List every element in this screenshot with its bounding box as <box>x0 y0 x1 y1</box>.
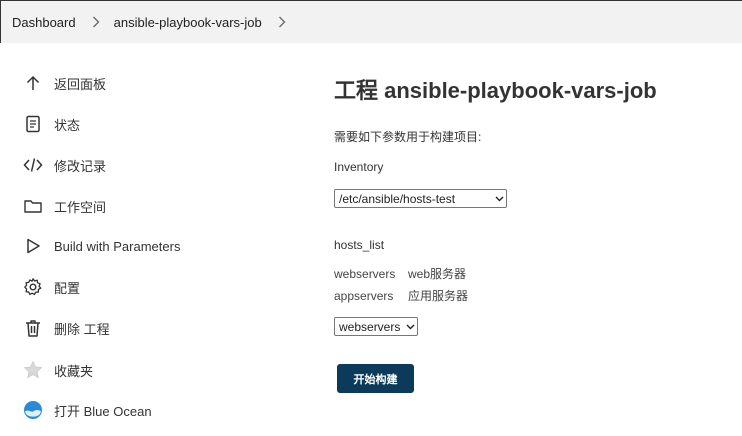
document-icon <box>22 113 44 135</box>
inventory-select-value: /etc/ansible/hosts-test <box>339 191 456 206</box>
chevron-right-icon[interactable] <box>92 16 100 28</box>
breadcrumb: Dashboard ansible-playbook-vars-job <box>0 0 742 43</box>
blue-ocean-icon <box>22 399 44 421</box>
sidebar-item-workspace[interactable]: 工作空间 <box>22 192 282 220</box>
sidebar-item-label: 修改记录 <box>54 158 107 174</box>
code-icon <box>22 154 44 176</box>
sidebar-item-label: 收藏夹 <box>54 363 94 379</box>
sidebar-item-label: 打开 Blue Ocean <box>54 403 152 419</box>
sidebar-item-changes[interactable]: 修改记录 <box>22 151 282 179</box>
hosts-list-select-value: webservers <box>339 319 401 334</box>
chevron-down-icon <box>492 196 506 202</box>
hosts-list-select[interactable]: webservers <box>334 317 418 336</box>
chevron-right-icon[interactable] <box>278 16 286 28</box>
breadcrumb-job[interactable]: ansible-playbook-vars-job <box>114 15 262 30</box>
trash-icon <box>22 317 44 339</box>
hosts-option-description: webservers web服务器 <box>334 265 466 282</box>
sidebar-item-label: 删除 工程 <box>54 321 110 337</box>
hosts-option-key: webservers <box>334 267 396 281</box>
play-icon <box>22 235 44 257</box>
params-description: 需要如下参数用于构建项目: <box>334 130 482 144</box>
breadcrumb-dashboard[interactable]: Dashboard <box>12 15 76 30</box>
sidebar-item-label: 配置 <box>54 280 81 296</box>
page-title: 工程 ansible-playbook-vars-job <box>334 78 657 103</box>
sidebar-item-label: 返回面板 <box>54 76 107 92</box>
chevron-down-icon <box>403 324 417 330</box>
sidebar-item-status[interactable]: 状态 <box>22 110 282 138</box>
sidebar-item-label: 状态 <box>54 117 81 133</box>
hosts-option-value: 应用服务器 <box>408 289 469 303</box>
arrow-up-icon <box>22 72 44 94</box>
hosts-option-value: web服务器 <box>408 267 467 281</box>
build-button[interactable]: 开始构建 <box>337 364 414 393</box>
param-name-hosts-list: hosts_list <box>334 238 385 252</box>
folder-icon <box>22 195 44 217</box>
sidebar-item-build-with-parameters[interactable]: Build with Parameters <box>22 232 282 260</box>
gear-icon <box>22 276 44 298</box>
sidebar-item-open-blue-ocean[interactable]: 打开 Blue Ocean <box>22 396 282 424</box>
param-name-inventory: Inventory <box>334 160 384 174</box>
sidebar-item-configure[interactable]: 配置 <box>22 273 282 301</box>
inventory-select[interactable]: /etc/ansible/hosts-test <box>334 189 507 208</box>
sidebar-item-label: 工作空间 <box>54 199 107 215</box>
sidebar-item-favorite[interactable]: 收藏夹 <box>22 356 282 384</box>
hosts-option-description: appservers 应用服务器 <box>334 287 468 304</box>
sidebar-item-back-to-dashboard[interactable]: 返回面板 <box>22 69 282 97</box>
star-icon <box>22 359 44 381</box>
sidebar-item-delete-project[interactable]: 删除 工程 <box>22 314 282 342</box>
sidebar-item-label: Build with Parameters <box>54 238 181 254</box>
hosts-option-key: appservers <box>334 289 394 303</box>
